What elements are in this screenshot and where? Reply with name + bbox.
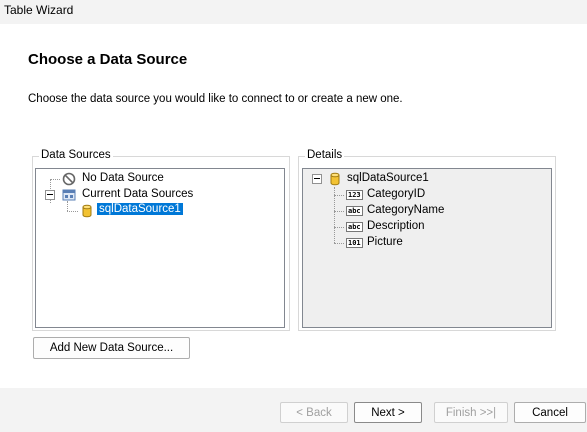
details-root-label: sqlDataSource1 <box>347 172 429 184</box>
collapse-toggle[interactable] <box>312 174 322 184</box>
details-field-categoryname[interactable]: abc CategoryName <box>303 203 543 219</box>
tree-item-label: sqlDataSource1 <box>97 203 183 215</box>
next-button[interactable]: Next > <box>354 402 422 423</box>
details-field-picture[interactable]: 101 Picture <box>303 235 543 251</box>
database-cylinder-icon <box>330 172 340 186</box>
title-bar: Table Wizard <box>0 0 587 24</box>
page-title: Choose a Data Source <box>28 51 188 68</box>
text-field-icon: abc <box>346 222 363 232</box>
tree-item-label: Current Data Sources <box>82 188 194 200</box>
page-description: Choose the data source you would like to… <box>28 93 403 105</box>
tree-item-label: No Data Source <box>82 172 164 184</box>
no-symbol-icon <box>62 172 76 186</box>
field-label: CategoryName <box>367 204 445 216</box>
binary-field-icon: 101 <box>346 238 363 248</box>
data-sources-legend: Data Sources <box>39 149 113 161</box>
wizard-footer: < Back Next > Finish >>| Cancel <box>0 388 587 432</box>
details-tree[interactable]: sqlDataSource1 123 CategoryID abc Catego… <box>302 168 552 328</box>
details-legend: Details <box>305 149 345 161</box>
cancel-button[interactable]: Cancel <box>514 402 586 423</box>
field-label: CategoryID <box>367 188 426 200</box>
details-root-node[interactable]: sqlDataSource1 <box>303 171 543 187</box>
finish-button[interactable]: Finish >>| <box>434 402 508 423</box>
tree-item-no-data-source[interactable]: No Data Source <box>36 171 276 187</box>
add-new-data-source-button[interactable]: Add New Data Source... <box>33 337 190 359</box>
field-label: Description <box>367 220 425 232</box>
numeric-field-icon: 123 <box>346 190 363 200</box>
back-button[interactable]: < Back <box>280 402 348 423</box>
tree-item-current-data-sources[interactable]: Current Data Sources <box>36 187 276 203</box>
details-field-categoryid[interactable]: 123 CategoryID <box>303 187 543 203</box>
database-cylinder-icon <box>82 204 92 218</box>
details-field-description[interactable]: abc Description <box>303 219 543 235</box>
data-sources-icon <box>62 189 76 201</box>
data-sources-tree[interactable]: No Data Source Current Data Sources sqlD… <box>35 168 285 328</box>
window-title: Table Wizard <box>4 3 74 17</box>
wizard-header: Choose a Data Source Choose the data sou… <box>0 24 587 120</box>
text-field-icon: abc <box>346 206 363 216</box>
field-label: Picture <box>367 236 403 248</box>
collapse-toggle[interactable] <box>45 190 55 200</box>
tree-item-sqldatasource1[interactable]: sqlDataSource1 <box>36 203 276 219</box>
